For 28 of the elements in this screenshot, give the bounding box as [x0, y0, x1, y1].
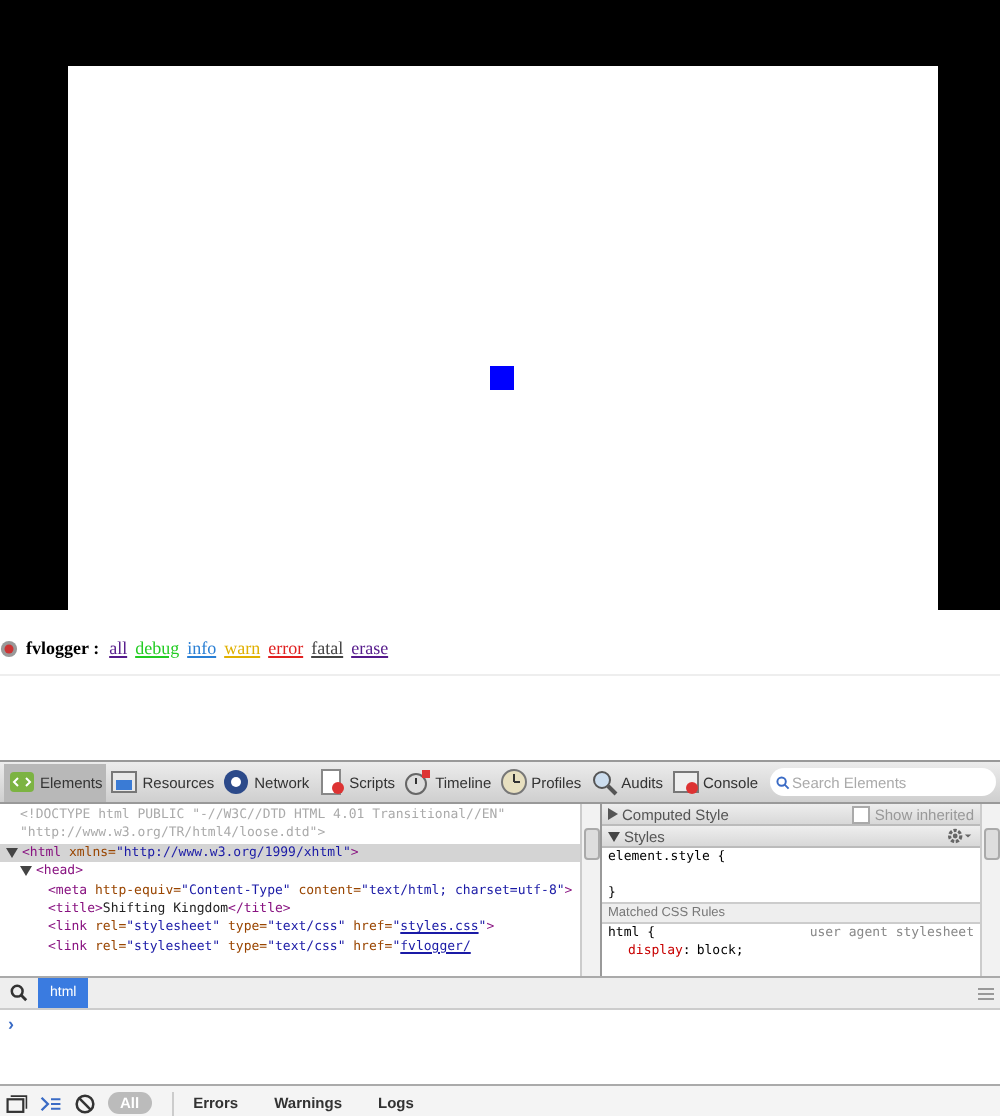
log-filter-link[interactable]: all: [109, 638, 128, 658]
globe-icon: [222, 768, 251, 796]
log-filter-link[interactable]: info: [187, 638, 217, 658]
expand-arrow-icon[interactable]: [608, 831, 620, 841]
document-icon: [317, 768, 346, 796]
log-filter-link[interactable]: erase: [351, 638, 389, 658]
console-icon[interactable]: [40, 1093, 62, 1113]
magnifier-icon: [589, 768, 618, 796]
square: [490, 366, 514, 390]
stopwatch-icon: [403, 768, 432, 796]
clear-icon[interactable]: [74, 1093, 96, 1113]
dock-window-icon[interactable]: [6, 1093, 28, 1113]
log-filter-link[interactable]: error: [268, 638, 304, 658]
scrollbar[interactable]: [980, 804, 1000, 976]
resize-grip-icon[interactable]: [978, 987, 994, 999]
bug-icon: [0, 639, 18, 657]
search-icon: [776, 775, 791, 789]
console-window-icon: [671, 768, 700, 796]
console-prompt[interactable]: ›: [8, 1014, 14, 1034]
folder-window-icon: [110, 768, 139, 796]
logger-title: fvlogger :: [26, 638, 100, 658]
checkbox[interactable]: [852, 805, 871, 823]
scrollbar[interactable]: [580, 804, 600, 976]
settings-icon[interactable]: [946, 828, 974, 844]
clock-icon: [499, 768, 528, 796]
code-window-icon: [8, 768, 36, 796]
log-filter-link[interactable]: fatal: [311, 638, 344, 658]
search-icon[interactable]: [10, 984, 28, 1002]
